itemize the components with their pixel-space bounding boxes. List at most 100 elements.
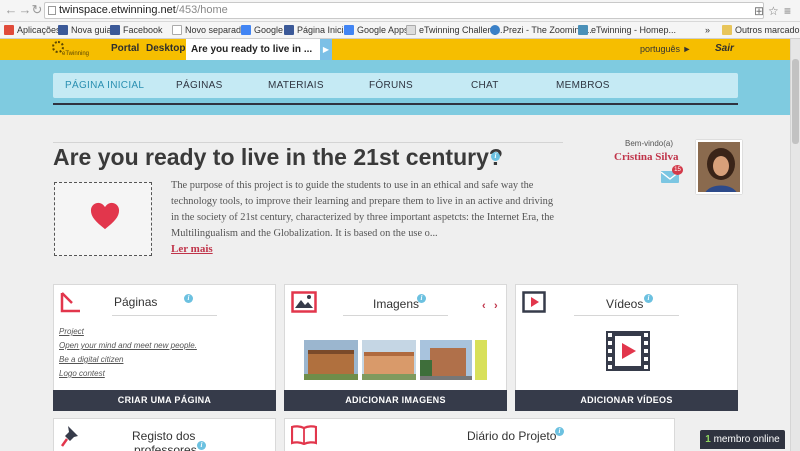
project-description: The purpose of this project is to guide … <box>171 180 555 239</box>
info-icon[interactable]: i <box>644 294 653 303</box>
page-scrollbar[interactable] <box>790 39 800 451</box>
videos-card: Vídeos i ADICIONAR VÍDEOS <box>515 284 738 411</box>
carousel-prev-icon[interactable]: ‹ <box>482 300 486 312</box>
nav-chat[interactable]: CHAT <box>471 80 499 91</box>
address-bar[interactable]: twinspace.etwinning.net/453/home <box>44 2 764 19</box>
register-card-title-line1: Registo dos <box>132 429 196 443</box>
page-icon <box>172 25 182 35</box>
title-underline <box>343 315 448 316</box>
video-icon <box>522 291 546 313</box>
project-diary-card: Diário do Projeto i <box>284 418 675 451</box>
info-icon[interactable]: i <box>184 294 193 303</box>
messages-badge: 15 <box>672 165 683 175</box>
logout-link[interactable]: Sair <box>715 43 734 54</box>
pushpin-icon <box>60 426 78 447</box>
twinspace-topbar: eTwinning Portal Desktop Are you ready t… <box>0 39 790 60</box>
prezi-icon <box>490 25 500 35</box>
facebook-icon <box>58 25 68 35</box>
url-path: /453/home <box>175 4 228 16</box>
image-thumbnail[interactable] <box>420 340 472 380</box>
nav-foruns[interactable]: FÓRUNS <box>369 80 413 91</box>
bookmark-apps[interactable]: Aplicações <box>4 25 61 36</box>
avatar[interactable] <box>696 140 742 194</box>
page-icon <box>406 25 416 35</box>
welcome-label: Bem-vindo(a) <box>625 139 674 148</box>
info-icon[interactable]: i <box>197 441 206 450</box>
portal-link[interactable]: Portal <box>111 43 139 54</box>
user-name[interactable]: Cristina Silva <box>614 151 678 163</box>
main-nav: PÁGINA INICIAL PÁGINAS MATERIAIS FÓRUNS … <box>53 73 738 98</box>
page-title: Are you ready to live in the 21st centur… <box>53 144 503 170</box>
online-label: membro online <box>710 434 780 445</box>
folder-icon <box>722 25 732 35</box>
reload-icon[interactable]: ↻ <box>30 3 44 17</box>
bookmark-google-apps[interactable]: Google Apps <box>344 25 409 36</box>
add-images-button[interactable]: ADICIONAR IMAGENS <box>284 390 507 411</box>
project-logo <box>54 182 152 256</box>
online-members-badge[interactable]: 1 membro online <box>700 430 785 449</box>
nav-pagina-inicial[interactable]: PÁGINA INICIAL <box>65 80 144 91</box>
scrollbar-thumb[interactable] <box>792 59 799 144</box>
pages-card-title: Páginas <box>114 295 158 309</box>
images-card-title: Imagens <box>373 297 420 311</box>
info-icon[interactable]: i <box>555 427 564 436</box>
browser-address-row: ← → ↻ twinspace.etwinning.net/453/home ⊞… <box>0 0 800 22</box>
videos-card-title: Vídeos <box>606 297 644 311</box>
video-placeholder-icon <box>606 331 650 371</box>
page-link-open-mind[interactable]: Open your mind and meet new people. <box>59 341 197 350</box>
pages-card: Páginas i Project Open your mind and mee… <box>53 284 276 411</box>
title-divider <box>53 142 563 143</box>
star-icon[interactable]: ☆ <box>768 4 779 18</box>
bookmarks-more[interactable]: » <box>705 25 710 36</box>
page-link-project[interactable]: Project <box>59 327 84 336</box>
book-icon <box>291 425 317 445</box>
image-thumbnail[interactable] <box>304 340 358 380</box>
back-icon[interactable]: ← <box>4 3 18 17</box>
image-icon <box>291 291 317 313</box>
project-tab-arrow-icon[interactable]: ▶ <box>320 39 332 60</box>
page-icon <box>48 6 56 15</box>
heart-icon <box>90 202 120 230</box>
nav-divider <box>53 103 738 105</box>
translate-icon[interactable]: ⊞ <box>754 4 764 18</box>
bookmark-facebook[interactable]: Facebook <box>110 25 163 36</box>
bookmarks-bar: Aplicações Nova guia Facebook Novo separ… <box>0 22 800 39</box>
create-page-button[interactable]: CRIAR UMA PÁGINA <box>53 390 276 411</box>
apps-icon <box>4 25 14 35</box>
menu-icon[interactable]: ≡ <box>784 4 791 18</box>
diary-card-title: Diário do Projeto <box>467 429 557 443</box>
page-link-logo-contest[interactable]: Logo contest <box>59 369 105 378</box>
project-tab[interactable]: Are you ready to live in ... <box>186 39 320 60</box>
info-icon[interactable]: i <box>491 152 500 161</box>
pages-icon <box>60 292 80 313</box>
page-link-digital-citizen[interactable]: Be a digital citizen <box>59 355 123 364</box>
language-selector[interactable]: português ► <box>640 44 691 54</box>
teachers-register-card: Registo dos professores i <box>53 418 276 451</box>
bookmark-nova-guia[interactable]: Nova guia <box>58 25 112 36</box>
bookmark-etwinning-home[interactable]: eTwinning - Homep... <box>578 25 676 36</box>
bookmark-other[interactable]: Outros marcadores <box>722 25 800 36</box>
facebook-icon <box>110 25 120 35</box>
bookmark-novo-separador[interactable]: Novo separador <box>172 25 249 36</box>
google-icon <box>241 25 251 35</box>
etwinning-icon <box>578 25 588 35</box>
bookmark-pagina-inicial[interactable]: Página Inicial <box>284 25 351 36</box>
carousel-next-icon[interactable]: › <box>494 300 498 312</box>
register-card-title-line2: professores <box>134 443 197 451</box>
bookmark-prezi[interactable]: Prezi - The Zooming... <box>490 25 592 36</box>
nav-membros[interactable]: MEMBROS <box>556 80 610 91</box>
read-more-link[interactable]: Ler mais <box>171 243 213 255</box>
nav-paginas[interactable]: PÁGINAS <box>176 80 223 91</box>
info-icon[interactable]: i <box>417 294 426 303</box>
image-thumbnail[interactable] <box>475 340 487 380</box>
facebook-icon <box>284 25 294 35</box>
bookmark-google[interactable]: Google <box>241 25 283 36</box>
image-thumbnail[interactable] <box>362 340 416 380</box>
add-videos-button[interactable]: ADICIONAR VÍDEOS <box>515 390 738 411</box>
google-icon <box>344 25 354 35</box>
etwinning-logo[interactable]: eTwinning <box>52 40 102 59</box>
nav-materiais[interactable]: MATERIAIS <box>268 80 324 91</box>
desktop-link[interactable]: Desktop <box>146 43 185 54</box>
title-underline <box>574 315 679 316</box>
url-host: twinspace.etwinning.net <box>59 4 176 16</box>
